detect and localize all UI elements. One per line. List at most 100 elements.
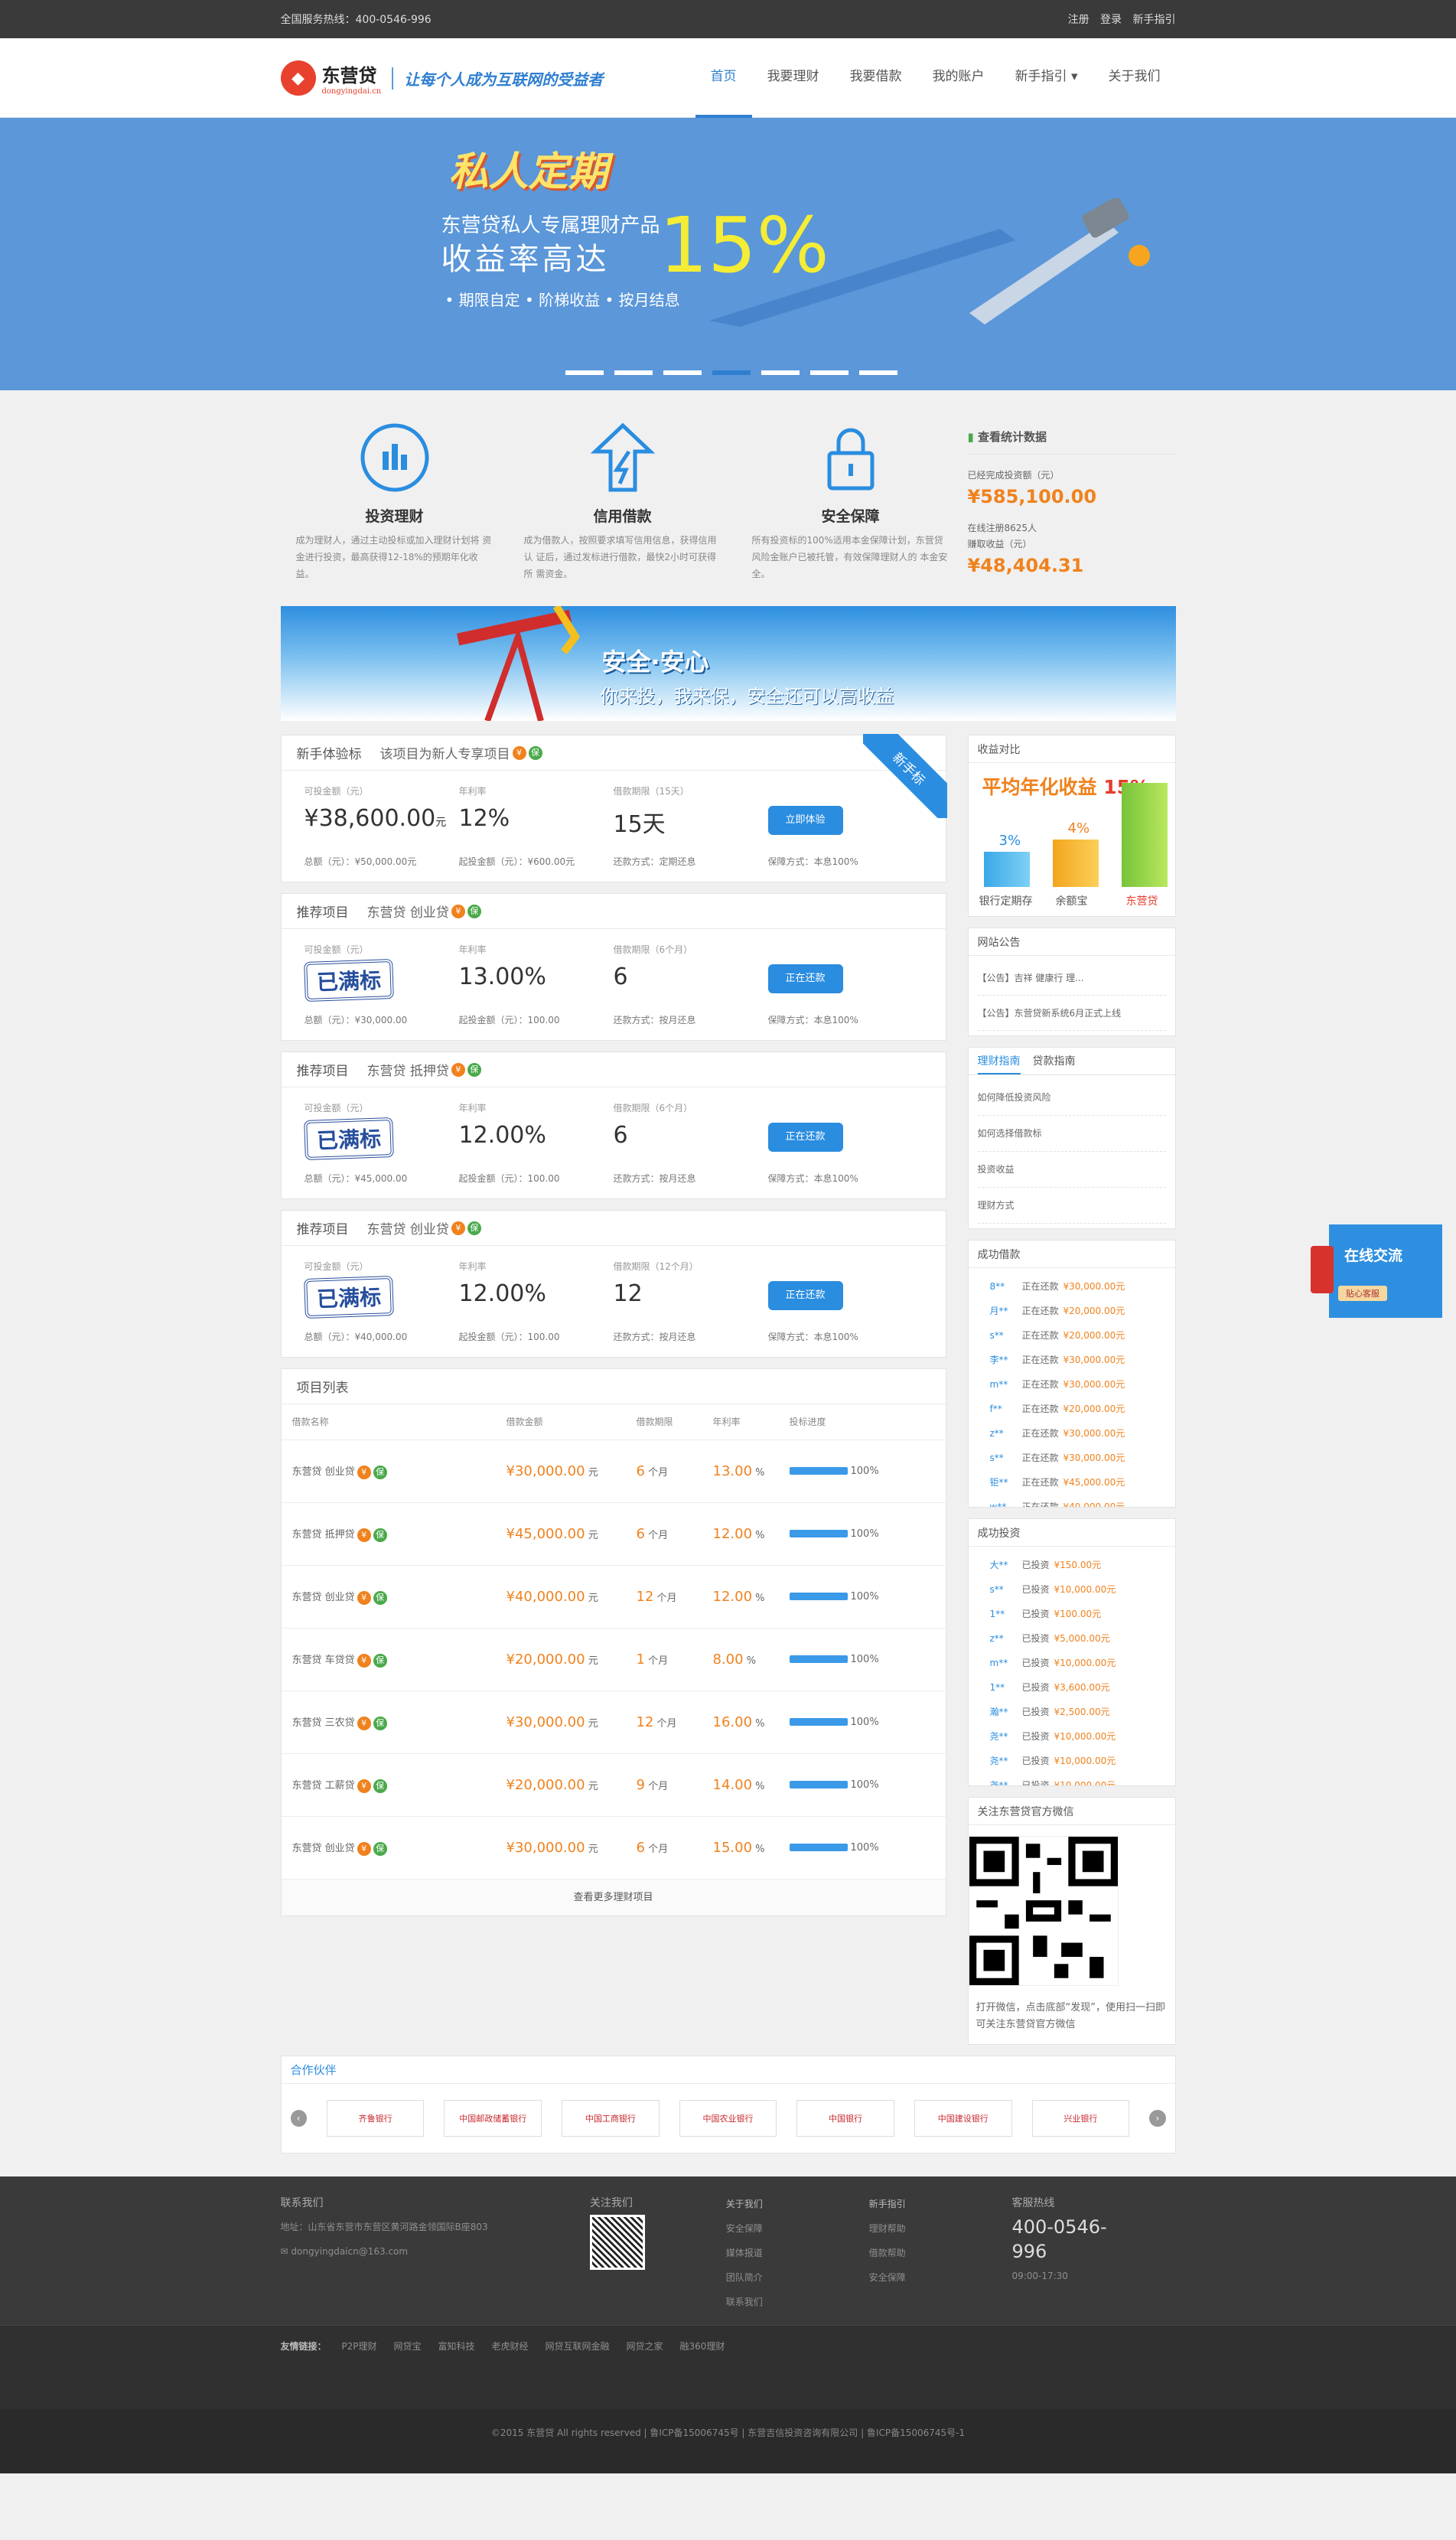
footer-link[interactable]: 媒体报道 xyxy=(726,2241,823,2265)
guide-link[interactable]: 新手指引 xyxy=(1133,14,1176,26)
project-amount: ¥20,000.00 元 xyxy=(495,1753,626,1816)
nav-invest[interactable]: 我要理财 xyxy=(752,38,835,118)
logo[interactable]: ◆ 东营贷 dongyingdai.cn xyxy=(280,60,381,96)
notice-item[interactable]: 【公告】吉祥 健康行 理... xyxy=(977,960,1166,996)
invest-item: m** 已投资 ¥10,000.00元 xyxy=(989,1658,1116,1668)
carousel-dot-active[interactable] xyxy=(712,370,751,375)
guide-item[interactable]: 如何选择借款标 xyxy=(977,1116,1166,1152)
nav-account[interactable]: 我的账户 xyxy=(917,38,1000,118)
bank-value: 3% xyxy=(998,833,1021,849)
guarantee-icon: 保 xyxy=(373,1590,387,1605)
newbie-card[interactable]: 新手标 新手体验标 该项目为新人专享项目 ¥ 保 可投金额（元） ¥38,600.00元… xyxy=(280,734,947,882)
view-more-link[interactable]: 查看更多理财项目 xyxy=(281,1879,946,1916)
coin-icon: ¥ xyxy=(357,1779,371,1793)
footer-link[interactable]: 关于我们 xyxy=(726,2192,823,2216)
friend-link[interactable]: 网贷之家 xyxy=(627,2341,663,2352)
table-row[interactable]: 东营贷 创业贷 ¥ 保 ¥40,000.00 元 12 个月 12.00 % 100… xyxy=(281,1564,946,1628)
nav-borrow[interactable]: 我要借款 xyxy=(835,38,917,118)
partner-logo[interactable]: 中国建设银行 xyxy=(914,2100,1012,2137)
login-link[interactable]: 登录 xyxy=(1100,14,1122,26)
next-arrow-icon[interactable]: › xyxy=(1149,2110,1166,2127)
nav-guide[interactable]: 新手指引 ▾ xyxy=(1000,38,1093,118)
project-name[interactable]: 东营贷 抵押贷 ¥ 保 xyxy=(281,1502,496,1565)
guide-item[interactable]: 如何降低投资风险 xyxy=(977,1080,1166,1116)
feature-credit[interactable]: 信用借款 成为借款人，按照要求填写信用信息，获得信用认 证后，通过发标进行借款，… xyxy=(509,421,737,589)
carousel-dot[interactable] xyxy=(614,370,653,375)
card-title: 推荐项目 xyxy=(296,1064,349,1079)
partner-logo[interactable]: 中国银行 xyxy=(796,2100,894,2137)
repay-method: 还款方式：定期还息 xyxy=(613,856,696,867)
online-chat-widget[interactable]: 在线交流 贴心客服 xyxy=(1311,1224,1442,1318)
card-title: 网站公告 xyxy=(968,928,1175,956)
safety-banner[interactable]: 安全·安心 你来投，我来保，安全还可以高收益 xyxy=(280,606,1176,721)
friend-link[interactable]: 网贷互联网金融 xyxy=(546,2341,610,2352)
amount-label: 可投金额（元） xyxy=(304,1261,369,1272)
guide-item[interactable]: 投资收益 xyxy=(977,1152,1166,1188)
guarantee-method: 保障方式：本息100% xyxy=(767,1015,858,1025)
project-name[interactable]: 东营贷 三农贷 ¥ 保 xyxy=(281,1690,496,1753)
footer-link[interactable]: 团队简介 xyxy=(726,2265,823,2290)
friend-link[interactable]: 网贷宝 xyxy=(393,2341,421,2352)
footer-link[interactable]: 理财帮助 xyxy=(869,2216,966,2241)
table-row[interactable]: 东营贷 工薪贷 ¥ 保 ¥20,000.00 元 9 个月 14.00 % 100% xyxy=(281,1753,946,1816)
carousel-dot[interactable] xyxy=(809,370,849,375)
carousel-dot[interactable] xyxy=(761,370,800,375)
carousel-dot[interactable] xyxy=(663,370,702,375)
repaying-button[interactable]: 正在还款 xyxy=(767,964,843,993)
feature-security[interactable]: 安全保障 所有投资标的100%适用本金保障计划，东营贷 风险金账户已被托管，有效… xyxy=(737,421,965,589)
borrow-item: s** 正在还款 ¥20,000.00元 xyxy=(989,1330,1125,1341)
product-card[interactable]: 推荐项目 东营贷 创业贷 ¥ 保 可投金额（元） 已满标 年利率 12.00% 借款期限（… xyxy=(280,1210,946,1358)
amount-label: 可投金额（元） xyxy=(304,786,369,797)
carousel-dot[interactable] xyxy=(858,370,897,375)
footer-link[interactable]: 联系我们 xyxy=(726,2290,823,2314)
partner-logo[interactable]: 兴业银行 xyxy=(1031,2100,1130,2137)
guide-item[interactable]: 理财方式 xyxy=(977,1188,1166,1224)
feature-invest[interactable]: 投资理财 成为理财人，通过主动投标或加入理财计划将 资金进行投资，最高获得12-… xyxy=(281,421,509,589)
guarantee-method: 保障方式：本息100% xyxy=(767,1173,858,1184)
project-name[interactable]: 东营贷 车贷贷 ¥ 保 xyxy=(281,1627,496,1691)
feature-desc: 成为借款人，按照要求填写信用信息，获得信用认 证后，通过发标进行借款，最快2小时… xyxy=(523,535,717,579)
register-link[interactable]: 注册 xyxy=(1068,14,1090,26)
partner-logo[interactable]: 齐鲁银行 xyxy=(326,2100,425,2137)
partner-logo[interactable]: 中国工商银行 xyxy=(562,2100,660,2137)
project-name[interactable]: 东营贷 创业贷 ¥ 保 xyxy=(281,1439,496,1502)
friend-link[interactable]: 富知科技 xyxy=(438,2341,474,2352)
friend-link[interactable]: 融360理财 xyxy=(680,2341,725,2352)
carousel-dot[interactable] xyxy=(565,370,604,375)
friend-label: 友情链接： xyxy=(280,2341,327,2352)
project-name[interactable]: 东营贷 工薪贷 ¥ 保 xyxy=(281,1753,496,1816)
table-row[interactable]: 东营贷 车贷贷 ¥ 保 ¥20,000.00 元 1 个月 8.00 % 100% xyxy=(281,1627,946,1691)
product-card[interactable]: 推荐项目 东营贷 抵押贷 ¥ 保 可投金额（元） 已满标 年利率 12.00% 借款期限（… xyxy=(280,1052,946,1199)
repaying-button[interactable]: 正在还款 xyxy=(767,1281,843,1310)
footer-link[interactable]: 新手指引 xyxy=(869,2192,966,2216)
table-row[interactable]: 东营贷 创业贷 ¥ 保 ¥30,000.00 元 6 个月 15.00 % 100% xyxy=(281,1815,946,1879)
invest-item: 大** 已投资 ¥150.00元 xyxy=(989,1560,1102,1570)
friend-link[interactable]: 老虎财经 xyxy=(491,2341,528,2352)
notice-item[interactable]: 【公告】东营贷新系统6月正式上线 xyxy=(977,996,1166,1031)
card-title: 项目列表 xyxy=(296,1381,349,1396)
nav-about[interactable]: 关于我们 xyxy=(1093,38,1176,118)
footer-link[interactable]: 安全保障 xyxy=(869,2265,966,2290)
table-row[interactable]: 东营贷 抵押贷 ¥ 保 ¥45,000.00 元 6 个月 12.00 % 100% xyxy=(281,1502,946,1565)
friend-link[interactable]: P2P理财 xyxy=(341,2341,376,2352)
partner-logo[interactable]: 中国农业银行 xyxy=(679,2100,777,2137)
project-name[interactable]: 东营贷 创业贷 ¥ 保 xyxy=(281,1564,496,1628)
product-card[interactable]: 推荐项目 东营贷 创业贷 ¥ 保 可投金额（元） 已满标 年利率 13.00% 借款期限（… xyxy=(280,893,946,1041)
card-title: 合作伙伴 xyxy=(281,2056,1175,2084)
project-name[interactable]: 东营贷 创业贷 ¥ 保 xyxy=(281,1815,496,1879)
table-row[interactable]: 东营贷 三农贷 ¥ 保 ¥30,000.00 元 12 个月 16.00 % 100… xyxy=(281,1690,946,1753)
table-row[interactable]: 东营贷 创业贷 ¥ 保 ¥30,000.00 元 6 个月 13.00 % 100% xyxy=(281,1439,946,1502)
prev-arrow-icon[interactable]: ‹ xyxy=(290,2110,307,2127)
footer-link[interactable]: 借款帮助 xyxy=(869,2241,966,2265)
hero-banner[interactable]: 私人定期 东营贷私人专属理财产品 收益率高达 15% • 期限自定 • 阶梯收益… xyxy=(0,118,1456,390)
partner-logo[interactable]: 中国邮政储蓄银行 xyxy=(444,2100,542,2137)
footer-link[interactable]: 安全保障 xyxy=(726,2216,823,2241)
try-now-button[interactable]: 立即体验 xyxy=(767,806,843,835)
chat-service-button[interactable]: 贴心客服 xyxy=(1338,1286,1387,1301)
nav-home[interactable]: 首页 xyxy=(695,38,752,118)
tab-invest-guide[interactable]: 理财指南 xyxy=(977,1048,1021,1074)
coin-icon: ¥ xyxy=(357,1716,371,1730)
tab-loan-guide[interactable]: 贷款指南 xyxy=(1033,1048,1076,1074)
repaying-button[interactable]: 正在还款 xyxy=(767,1123,843,1152)
pen-illustration xyxy=(708,198,1150,327)
